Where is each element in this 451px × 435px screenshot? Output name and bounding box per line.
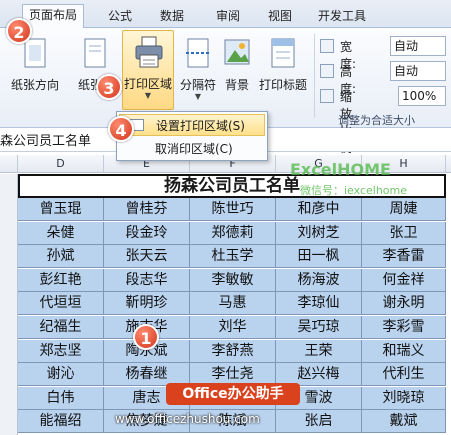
step-badge-1: 1 (133, 324, 159, 350)
orientation-button[interactable]: 纸张方向 (0, 32, 70, 108)
table-cell[interactable]: 戴斌 (362, 410, 446, 434)
background-picture-icon (223, 36, 251, 70)
table-cell[interactable]: 张天云 (104, 245, 190, 269)
table-cell[interactable]: 杨海波 (276, 268, 362, 292)
zoom-icon (320, 89, 334, 103)
print-area-button[interactable]: 打印区域 ▼ (122, 30, 174, 110)
table-cell[interactable]: 能福绍 (18, 410, 104, 434)
breaks-label: 分隔符 (179, 78, 216, 92)
table-cell[interactable]: 谢沁 (18, 363, 104, 387)
background-label: 背景 (224, 78, 249, 92)
tab-view[interactable]: 视图 (258, 6, 302, 28)
height-icon (320, 64, 334, 78)
table-cell[interactable]: 代利生 (362, 363, 446, 387)
tab-developer[interactable]: 开发工具 (310, 6, 374, 28)
table-cell[interactable]: 刘华 (190, 316, 276, 339)
chevron-down-icon: ▼ (194, 92, 202, 101)
table-cell[interactable]: 杜玉学 (190, 245, 276, 269)
width-dropdown[interactable]: 自动 (390, 36, 446, 56)
table-cell[interactable]: 马惠 (190, 292, 276, 316)
table-cell[interactable]: 何金祥 (362, 268, 446, 292)
printer-icon (134, 35, 164, 69)
select-all-corner[interactable] (0, 155, 18, 173)
clear-print-area-label: 取消印区域(C) (155, 142, 233, 156)
table-cell[interactable]: 刘晓琼 (362, 386, 446, 410)
set-print-area-label: 设置打印区域(S) (156, 119, 245, 133)
table-cell[interactable]: 段金玲 (104, 221, 190, 245)
table-cell[interactable]: 李琼仙 (276, 292, 362, 316)
scale-group-label: 调整为合适大小 (338, 114, 415, 127)
print-area-label: 打印区域 (123, 77, 172, 91)
table-cell[interactable]: 曾桂芬 (104, 198, 190, 221)
tab-formulas[interactable]: 公式 (98, 6, 142, 28)
clear-print-area-item[interactable]: 取消印区域(C) (119, 138, 265, 160)
background-button[interactable]: 背景 (220, 32, 254, 108)
table-cell[interactable]: 郑志坚 (18, 339, 104, 363)
print-titles-button[interactable]: 打印标题 (254, 32, 312, 108)
table-cell[interactable]: 和瑞义 (362, 339, 446, 363)
tab-page-layout[interactable]: 页面布局 (22, 4, 84, 29)
height-dropdown[interactable]: 自动 (390, 61, 446, 81)
table-cell[interactable]: 朵健 (18, 221, 104, 245)
table-cell[interactable]: 郑德莉 (190, 221, 276, 245)
table-cell[interactable]: 谢永明 (362, 292, 446, 316)
row-headers (0, 174, 18, 435)
table-cell[interactable]: 靳明珍 (104, 292, 190, 316)
print-titles-label: 打印标题 (258, 78, 307, 92)
table-cell[interactable]: 孙斌 (18, 245, 104, 269)
orientation-label: 纸张方向 (10, 78, 59, 92)
table-cell[interactable]: 和彦中 (276, 198, 362, 221)
tab-data[interactable]: 数据 (150, 6, 194, 28)
table-cell[interactable]: 刘树芝 (276, 221, 362, 245)
tab-review[interactable]: 审阅 (206, 6, 250, 28)
excelhome-wechat: 微信号：iexcelhome (300, 184, 408, 197)
zoom-spinner[interactable]: 100% (398, 86, 446, 106)
table-cell[interactable]: 李敏敏 (190, 268, 276, 292)
table-cell[interactable]: 吴巧琼 (276, 316, 362, 339)
office-url-watermark: www.officezhushou.com (115, 412, 260, 426)
chevron-down-icon: ▼ (144, 91, 152, 100)
table-cell[interactable]: 段志华 (104, 268, 190, 292)
set-print-area-item[interactable]: 设置打印区域(S) (119, 114, 265, 136)
ribbon-group-separator (314, 34, 315, 118)
excelhome-logo: ExcelHOME (290, 160, 391, 179)
paper-size-icon (82, 36, 108, 70)
table-cell[interactable]: 张启 (276, 410, 362, 434)
table-cell[interactable]: 李舒燕 (190, 339, 276, 363)
table-cell[interactable]: 李香雷 (362, 245, 446, 269)
width-icon (320, 39, 334, 53)
table-cell[interactable]: 周婕 (362, 198, 446, 221)
column-header-d[interactable]: D (18, 155, 104, 173)
name-box[interactable]: 森公司员工名单 (0, 130, 91, 149)
breaks-button[interactable]: 分隔符 ▼ (176, 32, 220, 108)
table-cell[interactable]: 纪福生 (18, 316, 104, 339)
office-brand-watermark: Office办公助手 (166, 383, 300, 405)
table-cell[interactable]: 李彩雪 (362, 316, 446, 339)
print-area-menu: 设置打印区域(S) 取消印区域(C) (116, 111, 268, 161)
step-badge-2: 2 (6, 18, 32, 44)
table-cell[interactable]: 彭红艳 (18, 268, 104, 292)
table-cell[interactable]: 张卫 (362, 221, 446, 245)
page-break-icon (184, 36, 212, 70)
table-cell[interactable]: 代垣垣 (18, 292, 104, 316)
table-cell[interactable]: 陈世巧 (190, 198, 276, 221)
ribbon-tab-bar: 页面布局 公式 数据 审阅 视图 开发工具 (0, 0, 451, 29)
table-cell[interactable]: 王荣 (276, 339, 362, 363)
step-badge-3: 3 (96, 74, 122, 100)
table-cell[interactable]: 白伟 (18, 386, 104, 410)
print-titles-icon (269, 36, 297, 70)
step-badge-4: 4 (108, 116, 134, 142)
table-cell[interactable]: 田一枫 (276, 245, 362, 269)
table-cell[interactable]: 曾玉琨 (18, 198, 104, 221)
